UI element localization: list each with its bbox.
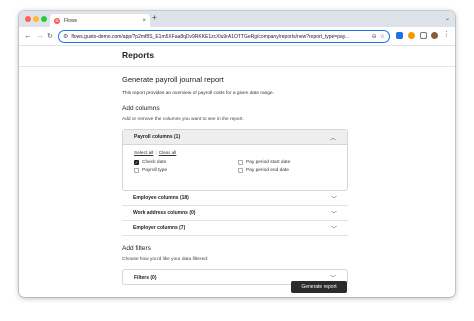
payroll-columns-panel: Payroll columns (1) ︿ Select all | Clear a… <box>122 129 348 191</box>
site-info-icon[interactable]: ⚙ <box>63 33 68 40</box>
checkbox-pay-period-end[interactable]: Pay period end date <box>238 168 289 173</box>
checkbox-icon[interactable] <box>134 168 139 173</box>
tab-close-icon[interactable]: × <box>142 18 146 24</box>
add-filters-subtitle: Choose how you'd like your data filtered… <box>122 257 209 262</box>
browser-window: G Flows × + ⌄ ← → ↻ ⚙ flows.gusto-demo.c… <box>19 11 455 297</box>
back-arrow-icon[interactable]: ← <box>24 32 32 40</box>
maximize-window-button[interactable] <box>41 16 47 22</box>
checkbox-pay-period-start[interactable]: Pay period start date <box>238 160 290 165</box>
new-tab-icon[interactable]: + <box>152 14 157 22</box>
browser-menu-icon[interactable]: ⋮ <box>443 31 450 38</box>
option-label: Payroll type <box>142 168 168 173</box>
section-label: Work address columns (0) <box>133 210 196 216</box>
clear-all-link[interactable]: Clear all <box>159 151 177 156</box>
checkbox-icon[interactable] <box>238 168 243 173</box>
address-bar[interactable]: ⚙ flows.gusto-demo.com/app/?p2mf8S_E1m5X… <box>58 30 390 43</box>
option-label: Check date <box>142 160 167 165</box>
checkbox-check-date[interactable]: ✓ Check date <box>134 160 166 165</box>
checkbox-checked-icon[interactable]: ✓ <box>134 160 139 165</box>
checkbox-icon[interactable] <box>238 160 243 165</box>
close-window-button[interactable] <box>25 16 31 22</box>
zoom-icon[interactable]: ⊖ <box>372 33 377 40</box>
browser-tab[interactable]: G Flows × <box>50 14 150 27</box>
select-links: Select all | Clear all <box>134 151 176 156</box>
page-title: Reports <box>122 50 155 60</box>
extensions-puzzle-icon[interactable] <box>420 32 427 39</box>
profile-avatar[interactable] <box>431 32 438 39</box>
generate-report-button[interactable]: Generate report <box>291 281 347 293</box>
tab-search-icon[interactable]: ⌄ <box>445 15 450 22</box>
add-columns-subtitle: Add or remove the columns you want to se… <box>122 117 244 122</box>
page-header: Reports <box>19 47 455 67</box>
add-columns-heading: Add columns <box>122 105 160 112</box>
bookmark-star-icon[interactable]: ☆ <box>380 33 385 40</box>
checkbox-payroll-type[interactable]: Payroll type <box>134 168 167 173</box>
chevron-down-icon: ﹀ <box>330 211 337 218</box>
forward-arrow-icon[interactable]: → <box>36 32 44 40</box>
section-label: Employee columns (18) <box>133 195 189 201</box>
report-description: This report provides an overview of payr… <box>122 91 274 96</box>
filters-label: Filters (0) <box>134 274 157 281</box>
select-all-link[interactable]: Select all <box>134 151 153 156</box>
reload-icon[interactable]: ↻ <box>47 33 53 40</box>
favicon-icon: G <box>54 17 60 24</box>
tab-strip: G Flows × + ⌄ <box>19 11 455 27</box>
section-label: Employer columns (7) <box>133 225 186 231</box>
report-heading: Generate payroll journal report <box>122 75 224 84</box>
link-separator: | <box>155 151 157 156</box>
chevron-down-icon: ﹀ <box>330 226 337 233</box>
work-address-columns-row[interactable]: Work address columns (0) ﹀ <box>122 206 348 221</box>
minimize-window-button[interactable] <box>33 16 39 22</box>
add-filters-heading: Add filters <box>122 245 151 252</box>
payroll-columns-header[interactable]: Payroll columns (1) ︿ <box>123 130 347 145</box>
extension-icon[interactable] <box>396 32 403 39</box>
chevron-up-icon: ︿ <box>329 135 336 142</box>
tab-title: Flows <box>64 17 78 24</box>
browser-toolbar: ← → ↻ ⚙ flows.gusto-demo.com/app/?p2mf8S… <box>19 27 455 46</box>
option-label: Pay period start date <box>246 160 291 165</box>
employee-columns-row[interactable]: Employee columns (18) ﹀ <box>122 191 348 206</box>
chevron-down-icon: ﹀ <box>330 196 337 203</box>
extension-icon[interactable] <box>408 32 415 39</box>
employer-columns-row[interactable]: Employer columns (7) ﹀ <box>122 221 348 236</box>
option-label: Pay period end date <box>246 168 289 173</box>
payroll-columns-label: Payroll columns (1) <box>134 134 181 140</box>
url-text[interactable]: flows.gusto-demo.com/app/?p2mf8S_E1m5XFa… <box>71 34 368 40</box>
